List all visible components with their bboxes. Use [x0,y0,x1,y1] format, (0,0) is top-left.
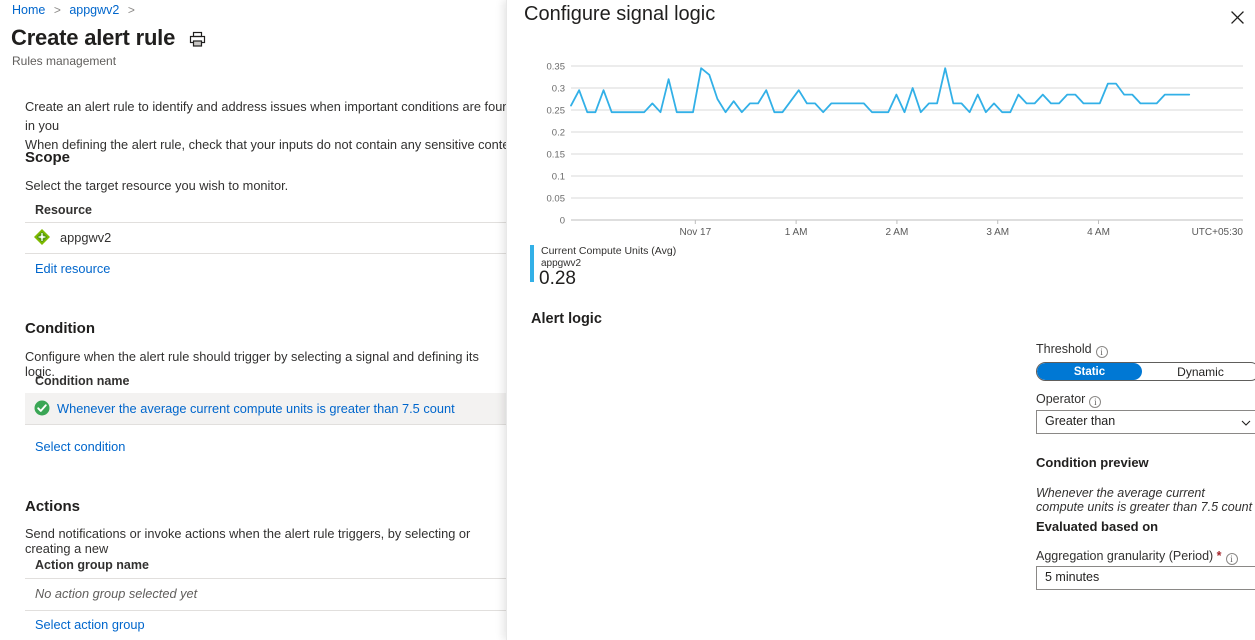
alert-logic-heading: Alert logic [531,311,602,327]
operator-label-text: Operator [1036,392,1086,406]
metric-chart-svg: 0.35 0.3 0.25 0.2 0.15 0.1 0.05 0 Nov 17 1 AM 2 A… [547,62,1243,238]
info-icon-operator[interactable]: i [1089,396,1102,408]
threshold-label: Threshold i [1036,342,1108,358]
threshold-type-toggle[interactable]: Static Dynamic [1036,362,1255,381]
condition-heading: Condition [25,320,95,337]
chart-x-tick: 1 AM [785,227,808,238]
page-title: Create alert rule [11,25,176,50]
intro-text: Create an alert rule to identify and add… [25,97,506,154]
application-gateway-icon [33,228,51,246]
breadcrumb-separator-2: > [127,3,135,17]
intro-line-2: When defining the alert rule, check that… [25,137,506,152]
actions-heading: Actions [25,498,81,515]
chart-x-tick: 4 AM [1087,227,1110,238]
aggregation-granularity-label: Aggregation granularity (Period) * i [1036,549,1238,565]
operator-dropdown[interactable]: Greater than [1036,410,1255,434]
resource-column-header: Resource [35,203,92,217]
operator-value: Greater than [1045,414,1116,428]
condition-divider-bottom [25,424,506,425]
chart-y-tick: 0.1 [552,172,565,183]
chart-series-line [570,67,1191,114]
threshold-toggle-dynamic[interactable]: Dynamic [1142,363,1255,380]
resource-divider-bottom [25,253,506,254]
condition-preview-text: Whenever the average current compute uni… [1036,486,1253,514]
scope-heading: Scope [25,149,71,166]
condition-column-header: Condition name [35,374,130,388]
evaluated-based-on-heading: Evaluated based on [1036,519,1159,534]
configure-signal-logic-blade: Configure signal logic 0.35 0.3 0.25 0.2 0.1… [506,0,1255,640]
chart-x-tick-labels: Nov 17 1 AM 2 AM 3 AM 4 AM UTC+05:30 [679,220,1243,238]
chart-x-tick: 2 AM [886,227,909,238]
breadcrumb-item-appgwv2[interactable]: appgwv2 [69,3,119,17]
select-condition-link[interactable]: Select condition [35,439,125,454]
chart-timezone-label: UTC+05:30 [1192,227,1243,238]
legend-color-swatch [530,245,534,282]
close-icon[interactable] [1224,4,1250,30]
threshold-toggle-static[interactable]: Static [1037,363,1142,380]
action-group-column-header: Action group name [35,558,149,572]
breadcrumb-item-home[interactable]: Home [12,3,45,17]
threshold-label-text: Threshold [1036,342,1092,356]
chart-y-tick: 0.35 [547,62,566,73]
chart-y-tick: 0.3 [552,84,565,95]
info-icon-threshold[interactable]: i [1095,346,1108,358]
check-circle-icon [34,400,50,416]
condition-preview-heading: Condition preview [1036,455,1149,470]
legend-metric-name: Current Compute Units (Avg) [541,245,677,257]
edit-resource-link[interactable]: Edit resource [35,261,110,276]
aggregation-granularity-dropdown[interactable]: 5 minutes [1036,566,1255,590]
blade-title: Configure signal logic [524,3,716,25]
chart-y-tick: 0.2 [552,128,565,139]
page-subtitle: Rules management [12,54,117,68]
resource-row[interactable]: appgwv2 [25,222,506,253]
chart-x-tick: Nov 17 [679,227,711,238]
chevron-down-icon [1241,420,1251,426]
condition-row-text: Whenever the average current compute uni… [57,401,455,416]
action-group-empty-text: No action group selected yet [35,586,198,601]
legend-current-value: 0.28 [539,268,576,289]
chart-y-tick: 0 [560,216,565,227]
chart-x-tick: 3 AM [986,227,1009,238]
breadcrumb-separator: > [53,3,61,17]
action-group-row: No action group selected yet [25,578,506,610]
printer-icon[interactable] [188,30,207,49]
required-asterisk-granularity: * [1216,549,1222,563]
chart-legend: Current Compute Units (Avg) appgwv2 0.28 [530,245,930,289]
aggregation-granularity-value: 5 minutes [1045,570,1100,584]
condition-row[interactable]: Whenever the average current compute uni… [25,393,506,424]
select-action-group-link[interactable]: Select action group [35,617,145,632]
info-icon-granularity[interactable]: i [1225,553,1238,565]
scope-description: Select the target resource you wish to m… [25,178,289,193]
create-alert-rule-pane: Home > appgwv2 > Create alert rule Rules… [0,0,506,640]
intro-line-1: Create an alert rule to identify and add… [25,99,506,133]
actions-description: Send notifications or invoke actions whe… [25,526,471,556]
aggregation-granularity-label-text: Aggregation granularity (Period) [1036,549,1214,563]
resource-name: appgwv2 [60,230,112,245]
operator-label: Operator i [1036,392,1102,408]
chart-y-tick: 0.25 [547,106,566,117]
chart-y-tick: 0.05 [547,194,566,205]
chart-y-tick: 0.15 [547,150,566,161]
action-divider-bottom [25,610,506,611]
breadcrumb: Home > appgwv2 > [12,3,140,17]
chart-y-tick-labels: 0.35 0.3 0.25 0.2 0.15 0.1 0.05 0 [547,62,566,227]
azure-create-alert-rule-screen: Home > appgwv2 > Create alert rule Rules… [0,0,1255,640]
